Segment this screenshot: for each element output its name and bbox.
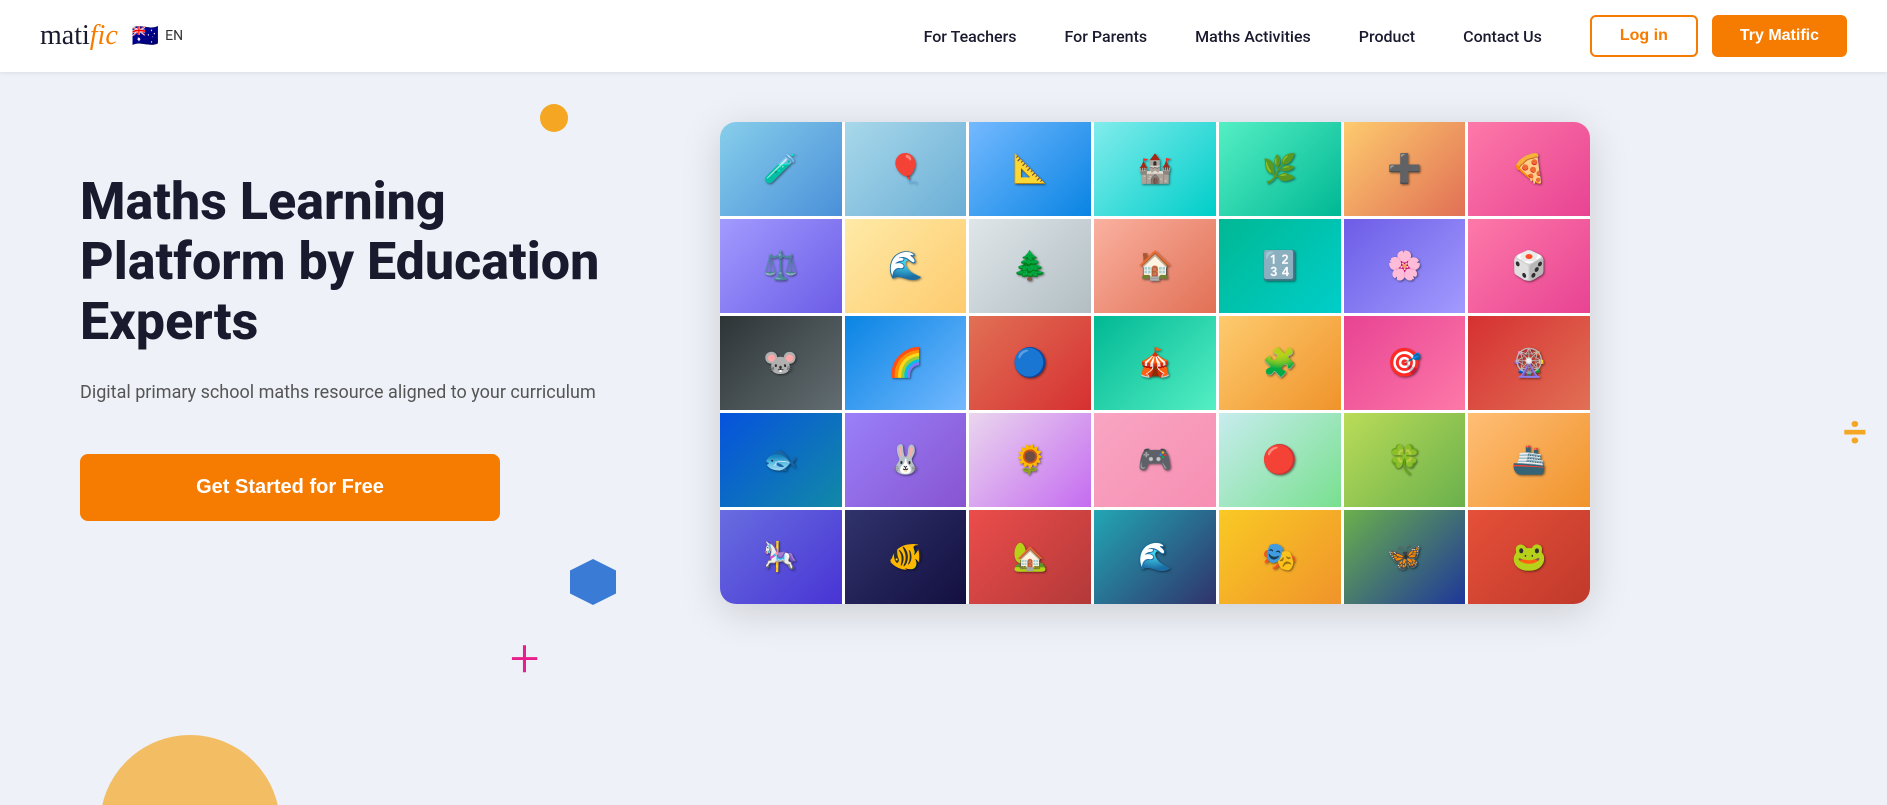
game-cell: 🏰 <box>1094 122 1216 216</box>
game-cell: 🌊 <box>1094 510 1216 604</box>
game-cell: 🔢 <box>1219 219 1341 313</box>
decorative-division-shape: ÷ <box>1843 412 1867 454</box>
game-cell: 🌿 <box>1219 122 1341 216</box>
nav-for-parents[interactable]: For Parents <box>1064 27 1147 46</box>
game-cell: 🔴 <box>1219 413 1341 507</box>
header: matific 🇦🇺 EN For Teachers For Parents M… <box>0 0 1887 72</box>
nav-maths-activities[interactable]: Maths Activities <box>1195 27 1311 46</box>
game-cell: 🎠 <box>720 510 842 604</box>
try-matific-button[interactable]: Try Matific <box>1712 15 1847 57</box>
hero-section: + ÷ Maths Learning Platform by Education… <box>0 72 1887 805</box>
decorative-hex-shape <box>570 559 616 605</box>
games-grid-section: 🧪🎈📐🏰🌿➕🍕⚖️🌊🌲🏠🔢🌸🎲🐭🌈🔵🎪🧩🎯🎡🐟🐰🌻🎮🔴🍀🚢🎠🐠🏡🌊🎭🦋🐸 <box>660 132 1807 604</box>
games-grid: 🧪🎈📐🏰🌿➕🍕⚖️🌊🌲🏠🔢🌸🎲🐭🌈🔵🎪🧩🎯🎡🐟🐰🌻🎮🔴🍀🚢🎠🐠🏡🌊🎭🦋🐸 <box>720 122 1590 604</box>
decorative-arc-shape <box>100 735 280 805</box>
flag-icon: 🇦🇺 <box>132 24 159 49</box>
game-cell: 🐠 <box>845 510 967 604</box>
game-cell: 🎡 <box>1468 316 1590 410</box>
game-cell: 🌈 <box>845 316 967 410</box>
get-started-button[interactable]: Get Started for Free <box>80 454 500 521</box>
game-cell: 🎯 <box>1344 316 1466 410</box>
game-cell: 🎲 <box>1468 219 1590 313</box>
hero-content: Maths Learning Platform by Education Exp… <box>80 132 660 521</box>
game-cell: 🐭 <box>720 316 842 410</box>
login-button[interactable]: Log in <box>1590 15 1698 57</box>
game-cell: 🧪 <box>720 122 842 216</box>
game-cell: 🐰 <box>845 413 967 507</box>
game-cell: 🌻 <box>969 413 1091 507</box>
nav-for-teachers[interactable]: For Teachers <box>924 27 1017 46</box>
game-cell: 🍀 <box>1344 413 1466 507</box>
game-cell: 🔵 <box>969 316 1091 410</box>
main-nav: For Teachers For Parents Maths Activitie… <box>924 27 1542 46</box>
decorative-circle-shape <box>540 104 568 132</box>
game-cell: 🌸 <box>1344 219 1466 313</box>
logo-italic: fic <box>90 20 118 51</box>
flag-lang-selector[interactable]: 🇦🇺 EN <box>132 24 183 49</box>
nav-contact-us[interactable]: Contact Us <box>1463 27 1542 46</box>
logo: matific <box>40 20 118 52</box>
game-cell: 🎭 <box>1219 510 1341 604</box>
game-cell: 🐸 <box>1468 510 1590 604</box>
hero-subtitle: Digital primary school maths resource al… <box>80 379 660 406</box>
game-cell: 🏠 <box>1094 219 1216 313</box>
game-cell: 🏡 <box>969 510 1091 604</box>
game-cell: 🍕 <box>1468 122 1590 216</box>
game-cell: 🎪 <box>1094 316 1216 410</box>
game-cell: 🚢 <box>1468 413 1590 507</box>
game-cell: ➕ <box>1344 122 1466 216</box>
hero-title: Maths Learning Platform by Education Exp… <box>80 172 660 351</box>
logo-area: matific 🇦🇺 EN <box>40 20 183 52</box>
game-cell: 🧩 <box>1219 316 1341 410</box>
language-label: EN <box>165 28 183 44</box>
game-cell: 🦋 <box>1344 510 1466 604</box>
game-cell: 📐 <box>969 122 1091 216</box>
nav-product[interactable]: Product <box>1359 27 1415 46</box>
game-cell: 🎈 <box>845 122 967 216</box>
game-cell: 🎮 <box>1094 413 1216 507</box>
game-cell: 🌲 <box>969 219 1091 313</box>
decorative-plus-shape: + <box>510 633 539 685</box>
game-cell: 🌊 <box>845 219 967 313</box>
game-cell: ⚖️ <box>720 219 842 313</box>
game-cell: 🐟 <box>720 413 842 507</box>
